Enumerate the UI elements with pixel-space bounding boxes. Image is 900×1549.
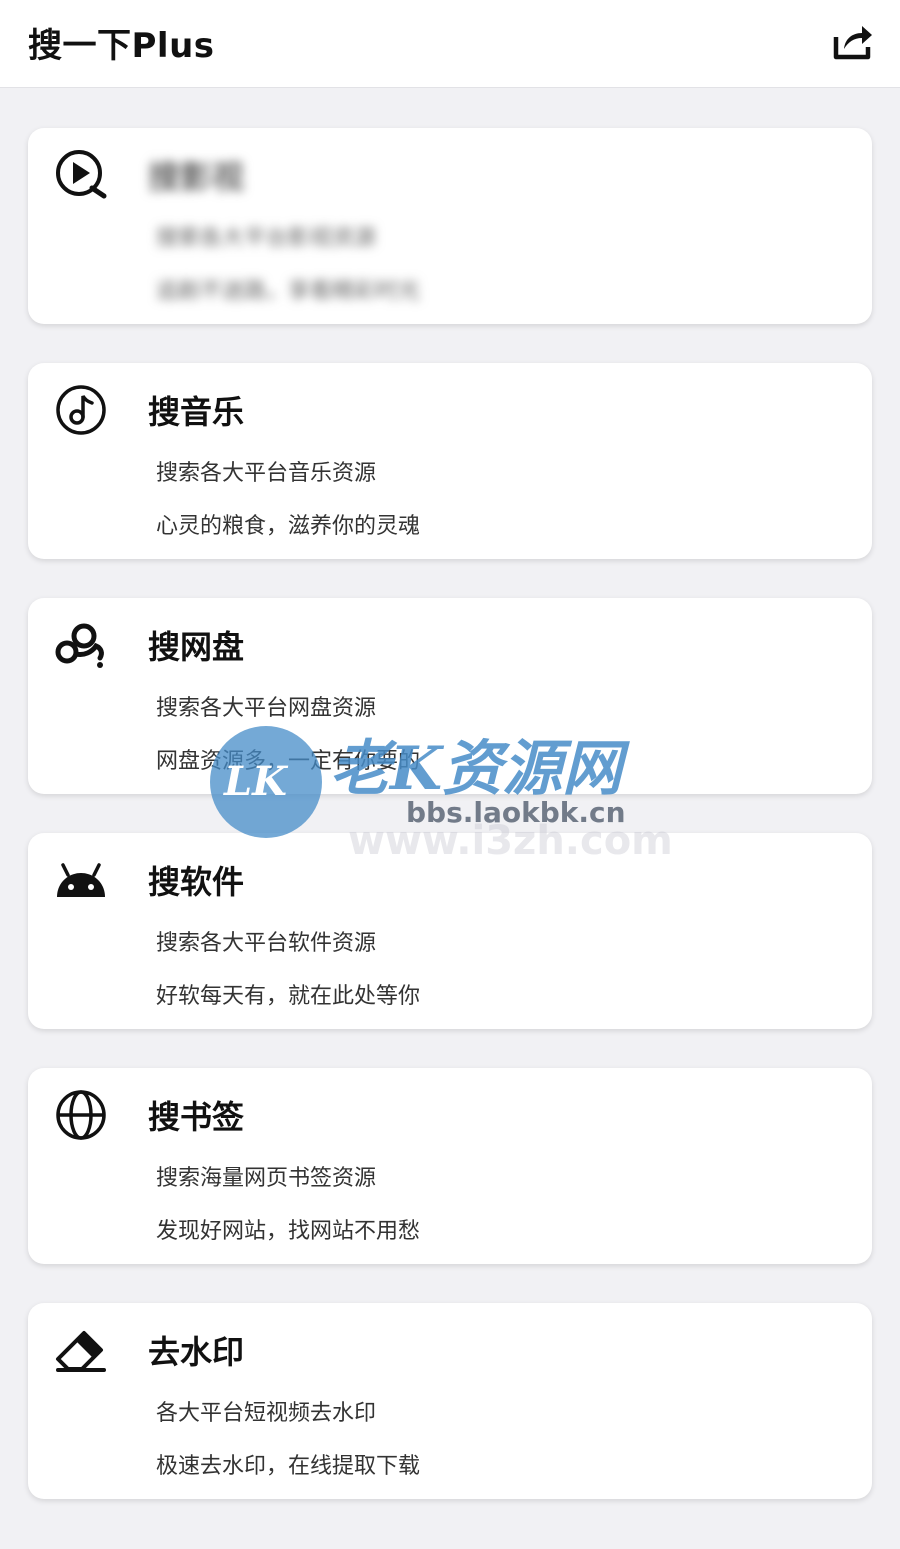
card-title: 搜音乐 — [148, 393, 245, 431]
card-title: 搜影视 — [148, 158, 245, 196]
music-note-icon — [54, 383, 108, 437]
card-watermark-remover[interactable]: 去水印 各大平台短视频去水印 极速去水印，在线提取下载 — [28, 1303, 872, 1499]
card-title: 搜网盘 — [148, 628, 245, 666]
card-bookmarks[interactable]: 搜书签 搜索海量网页书签资源 发现好网站，找网站不用愁 — [28, 1068, 872, 1264]
card-description: 搜索各大平台软件资源 — [156, 931, 377, 956]
share-icon — [833, 26, 872, 60]
card-cloud-drive[interactable]: 搜网盘 搜索各大平台网盘资源 网盘资源多，一定有你要的 — [28, 598, 872, 794]
globe-icon — [54, 1088, 108, 1142]
app-title: 搜一下Plus — [28, 26, 215, 66]
cloud-drive-icon — [54, 618, 108, 672]
card-description: 搜索各大平台网盘资源 — [156, 696, 377, 721]
card-software[interactable]: 搜软件 搜索各大平台软件资源 好软每天有，就在此处等你 — [28, 833, 872, 1029]
card-description: 搜索各大平台音乐资源 — [156, 461, 377, 486]
card-music[interactable]: 搜音乐 搜索各大平台音乐资源 心灵的粮食，滋养你的灵魂 — [28, 363, 872, 559]
play-search-icon — [54, 148, 108, 202]
card-description: 各大平台短视频去水印 — [156, 1401, 377, 1426]
card-title: 去水印 — [148, 1333, 245, 1371]
card-title: 搜软件 — [148, 863, 245, 901]
card-slogan: 发现好网站，找网站不用愁 — [156, 1219, 421, 1244]
card-description: 搜索各大平台影视资源 — [156, 226, 377, 251]
card-slogan: 心灵的粮食，滋养你的灵魂 — [156, 514, 421, 539]
card-movies[interactable]: 搜影视 搜索各大平台影视资源 追剧不迷路，享看精彩时光 — [28, 128, 872, 324]
watermark-url: bbs.laokbk.cn — [406, 796, 626, 829]
share-button[interactable] — [828, 18, 878, 64]
card-slogan: 追剧不迷路，享看精彩时光 — [156, 279, 421, 304]
eraser-icon — [54, 1323, 108, 1377]
card-description: 搜索海量网页书签资源 — [156, 1166, 377, 1191]
card-title: 搜书签 — [148, 1098, 245, 1136]
card-slogan: 好软每天有，就在此处等你 — [156, 984, 421, 1009]
android-icon — [54, 853, 108, 907]
card-slogan: 网盘资源多，一定有你要的 — [156, 749, 421, 774]
card-slogan: 极速去水印，在线提取下载 — [156, 1454, 421, 1479]
app-bar: 搜一下Plus — [0, 0, 900, 88]
